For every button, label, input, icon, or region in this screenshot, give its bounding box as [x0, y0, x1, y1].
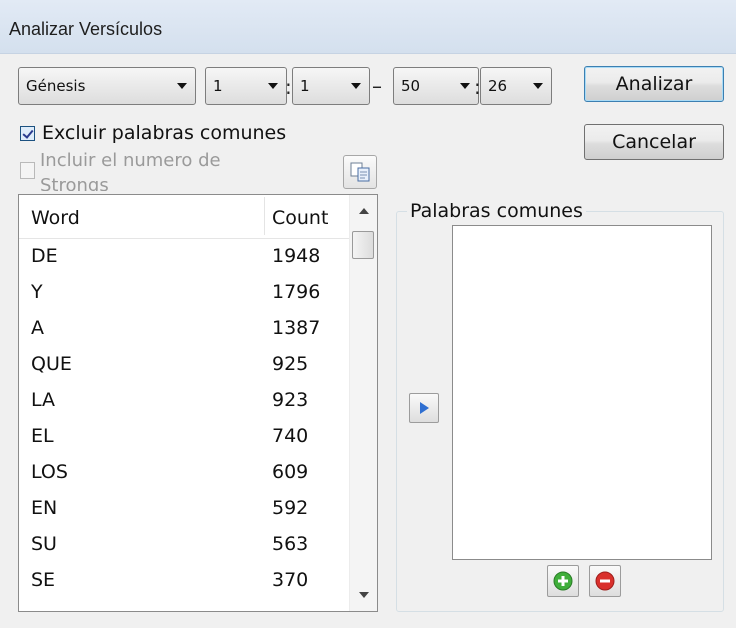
remove-common-word-button[interactable]: [589, 565, 621, 597]
count-cell: 370: [272, 569, 309, 591]
exclude-common-checkbox[interactable]: [20, 126, 35, 141]
to-chapter-select[interactable]: 50: [393, 67, 479, 105]
include-strongs-checkbox[interactable]: [20, 162, 35, 179]
word-cell: QUE: [31, 353, 72, 375]
scroll-down-icon[interactable]: [359, 592, 369, 598]
cancel-button[interactable]: Cancelar: [584, 124, 724, 160]
list-item[interactable]: A 1387: [19, 311, 349, 347]
common-words-title: Palabras comunes: [407, 200, 586, 222]
chevron-down-icon: [268, 83, 278, 89]
window-title: Analizar Versículos: [9, 19, 163, 39]
common-words-list[interactable]: [452, 225, 712, 560]
add-common-word-button[interactable]: [547, 565, 579, 597]
list-item[interactable]: Y 1796: [19, 275, 349, 311]
list-item[interactable]: LA 923: [19, 383, 349, 419]
word-cell: EN: [31, 497, 58, 519]
count-cell: 1948: [272, 245, 321, 267]
word-cell: EL: [31, 425, 54, 447]
count-cell: 923: [272, 389, 309, 411]
from-verse-select[interactable]: 1: [292, 67, 370, 105]
count-cell: 740: [272, 425, 309, 447]
to-chapter-value: 50: [401, 77, 421, 95]
exclude-common-label: Excluir palabras comunes: [42, 122, 287, 144]
chapter-verse-separator: :: [285, 75, 292, 99]
list-item[interactable]: QUE 925: [19, 347, 349, 383]
analyze-button-label: Analizar: [615, 73, 693, 95]
count-cell: 563: [272, 533, 309, 555]
book-select-value: Génesis: [26, 77, 86, 95]
chevron-down-icon: [460, 83, 470, 89]
list-item[interactable]: EN 592: [19, 491, 349, 527]
word-cell: LOS: [31, 461, 68, 483]
chevron-down-icon: [351, 83, 361, 89]
count-cell: 592: [272, 497, 309, 519]
column-divider: [264, 197, 265, 235]
scroll-up-icon[interactable]: [359, 208, 369, 214]
column-header-word[interactable]: Word: [31, 207, 80, 229]
count-cell: 925: [272, 353, 309, 375]
chevron-down-icon: [177, 83, 187, 89]
count-cell: 609: [272, 461, 309, 483]
copy-button[interactable]: [343, 155, 377, 189]
to-verse-value: 26: [488, 77, 508, 95]
list-item[interactable]: EL 740: [19, 419, 349, 455]
from-verse-value: 1: [300, 77, 310, 95]
list-scrollbar[interactable]: [349, 195, 377, 611]
word-count-list[interactable]: Word Count DE 1948 Y 1796 A 1387 QUE 925…: [18, 194, 378, 612]
list-header: Word Count: [19, 195, 349, 239]
column-header-count[interactable]: Count: [272, 207, 328, 229]
word-cell: Y: [31, 281, 43, 303]
to-verse-select[interactable]: 26: [480, 67, 552, 105]
checkmark-icon: [22, 127, 34, 139]
list-item[interactable]: SU 563: [19, 527, 349, 563]
cancel-button-label: Cancelar: [612, 131, 696, 153]
word-cell: SE: [31, 569, 56, 591]
remove-icon: [595, 571, 615, 591]
count-cell: 1387: [272, 317, 321, 339]
arrow-right-icon: [420, 402, 429, 414]
word-cell: A: [31, 317, 44, 339]
add-icon: [553, 571, 573, 591]
list-item[interactable]: LOS 609: [19, 455, 349, 491]
include-strongs-label-area: Incluir el numero de Strongs: [40, 146, 300, 191]
word-cell: DE: [31, 245, 58, 267]
list-item[interactable]: SE 370: [19, 563, 349, 599]
word-cell: SU: [31, 533, 57, 555]
word-cell: LA: [31, 389, 56, 411]
copy-icon: [350, 162, 370, 182]
count-cell: 1796: [272, 281, 321, 303]
word-rows: DE 1948 Y 1796 A 1387 QUE 925 LA 923 EL …: [19, 239, 349, 599]
analyze-button[interactable]: Analizar: [584, 66, 724, 102]
move-to-common-button[interactable]: [409, 393, 439, 423]
from-chapter-value: 1: [213, 77, 223, 95]
book-select[interactable]: Génesis: [18, 67, 196, 105]
range-dash: –: [372, 74, 382, 98]
title-bar: Analizar Versículos: [0, 0, 736, 54]
from-chapter-select[interactable]: 1: [205, 67, 287, 105]
scroll-thumb[interactable]: [352, 231, 374, 259]
chevron-down-icon: [533, 83, 543, 89]
list-item[interactable]: DE 1948: [19, 239, 349, 275]
include-strongs-label: Incluir el numero de Strongs: [40, 150, 221, 191]
